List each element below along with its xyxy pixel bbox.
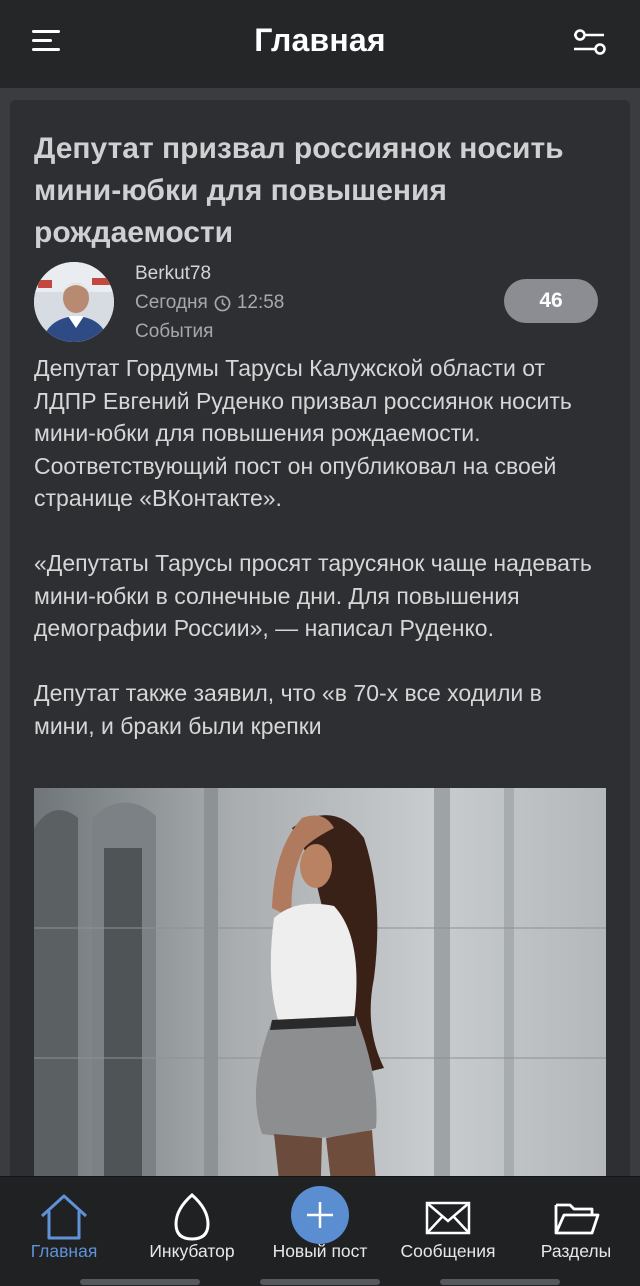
tab-incubator-label: Инкубатор — [149, 1241, 235, 1261]
author-avatar[interactable] — [34, 262, 114, 342]
tab-messages-label: Сообщения — [400, 1241, 496, 1261]
post-time: 12:58 — [236, 292, 285, 313]
gesture-bar-center — [260, 1279, 380, 1285]
tab-new-post[interactable]: Новый пост — [256, 1177, 384, 1267]
post-datetime: Сегодня 12:58 — [135, 292, 284, 314]
post-paragraph: Депутат Гордумы Тарусы Калужской области… — [34, 355, 572, 511]
tab-incubator[interactable]: Инкубатор — [128, 1177, 256, 1267]
tab-home-label: Главная — [30, 1241, 98, 1261]
post-title[interactable]: Депутат призвал россиянок носить мини-юб… — [34, 128, 594, 254]
tab-new-post-label: Новый пост — [272, 1241, 368, 1261]
home-icon — [40, 1194, 88, 1240]
gesture-bar-right — [440, 1279, 560, 1285]
top-app-bar: Главная — [0, 0, 640, 88]
clock-icon — [214, 295, 231, 311]
tab-messages[interactable]: Сообщения — [384, 1177, 512, 1267]
tab-home[interactable]: Главная — [0, 1177, 128, 1267]
post-image[interactable] — [34, 788, 606, 1200]
bottom-navigation: Главная Инкубатор Новый пост Сообщения Р… — [0, 1176, 640, 1286]
post-category[interactable]: События — [135, 321, 213, 343]
page-title: Главная — [254, 22, 386, 58]
post-body: Депутат Гордумы Тарусы Калужской области… — [34, 352, 604, 775]
egg-icon — [174, 1193, 210, 1241]
tab-sections[interactable]: Разделы — [512, 1177, 640, 1267]
plus-icon — [291, 1186, 349, 1244]
author-name[interactable]: Berkut78 — [135, 263, 211, 285]
filter-sliders-icon[interactable] — [568, 22, 616, 62]
post-paragraph: Депутат также заявил, что «в 70-х все хо… — [34, 680, 542, 739]
folder-icon — [554, 1203, 600, 1235]
tab-sections-label: Разделы — [540, 1241, 612, 1261]
gesture-bar-left — [80, 1279, 200, 1285]
post-paragraph: «Депутаты Тарусы просят тарусянок чаще н… — [34, 550, 592, 641]
comments-count-badge[interactable]: 46 — [504, 279, 598, 323]
post-date: Сегодня — [135, 292, 208, 313]
post-card: Депутат призвал россиянок носить мини-юб… — [10, 100, 630, 1200]
envelope-icon — [425, 1201, 471, 1235]
